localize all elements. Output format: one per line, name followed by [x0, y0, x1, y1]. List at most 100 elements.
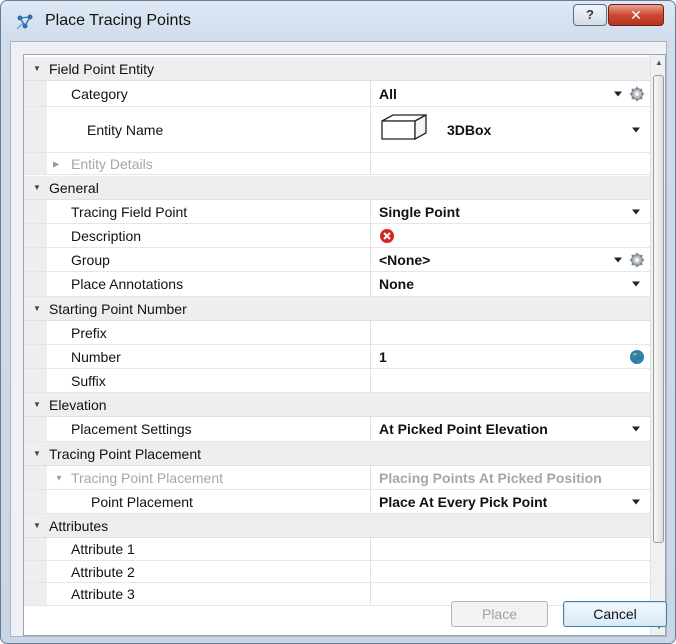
description-input[interactable] [372, 224, 650, 247]
gear-icon[interactable] [629, 86, 645, 102]
cancel-button[interactable]: Cancel [563, 601, 667, 627]
row-tracing-field-point[interactable]: Tracing Field Point Single Point [24, 200, 650, 224]
collapse-icon[interactable]: ▼ [55, 473, 63, 482]
row-description[interactable]: Description [24, 224, 650, 248]
tracing-point-placement-label: Tracing Point Placement [71, 469, 223, 486]
attribute-3-label: Attribute 3 [71, 586, 135, 602]
tracing-field-point-label: Tracing Field Point [71, 203, 188, 220]
number-value: 1 [379, 348, 387, 365]
number-input[interactable]: 1 [372, 345, 650, 368]
prefix-label: Prefix [71, 324, 107, 341]
section-label: Starting Point Number [49, 301, 187, 317]
section-tracing-point-placement[interactable]: ▼ Tracing Point Placement [24, 442, 650, 466]
section-elevation[interactable]: ▼ Elevation [24, 393, 650, 417]
globe-icon[interactable] [629, 349, 645, 365]
row-gutter [24, 248, 47, 271]
row-category[interactable]: Category All [24, 81, 650, 107]
suffix-input[interactable] [372, 369, 650, 392]
place-button[interactable]: Place [451, 601, 548, 627]
row-attribute-3[interactable]: Attribute 3 [24, 583, 650, 606]
entity-name-dropdown[interactable]: 3DBox [372, 107, 650, 152]
group-dropdown[interactable]: <None> [372, 248, 650, 271]
row-entity-name[interactable]: Entity Name 3DBox [24, 107, 650, 153]
row-gutter [24, 417, 47, 441]
category-label: Category [71, 85, 128, 102]
name-cell: Place Annotations [47, 272, 371, 296]
attribute-1-input[interactable] [372, 538, 650, 560]
name-cell: Description [47, 224, 371, 247]
tracing-point-placement-value-cell: Placing Points At Picked Position [372, 466, 650, 489]
scroll-up-arrow-icon[interactable]: ▲ [651, 55, 665, 71]
row-place-annotations[interactable]: Place Annotations None [24, 272, 650, 297]
name-cell: Placement Settings [47, 417, 371, 441]
name-cell: ▶ Entity Details [47, 153, 371, 174]
row-gutter [24, 321, 47, 344]
place-annotations-dropdown[interactable]: None [372, 272, 650, 296]
point-placement-value: Place At Every Pick Point [379, 493, 548, 510]
chevron-down-icon[interactable] [614, 257, 622, 262]
section-attributes[interactable]: ▼ Attributes [24, 514, 650, 538]
dialog-window: Place Tracing Points ? ✕ ▼ Field Point E… [0, 0, 676, 644]
3d-box-icon [381, 113, 427, 141]
row-suffix[interactable]: Suffix [24, 369, 650, 393]
chevron-down-icon[interactable] [632, 426, 640, 432]
section-starting-point-number[interactable]: ▼ Starting Point Number [24, 297, 650, 321]
dialog-client-area: ▼ Field Point Entity Category All Entity… [10, 41, 667, 637]
collapse-icon[interactable]: ▼ [31, 63, 43, 75]
collapse-icon[interactable]: ▼ [31, 520, 43, 532]
chevron-down-icon[interactable] [632, 281, 640, 287]
section-general[interactable]: ▼ General [24, 176, 650, 200]
collapse-icon[interactable]: ▼ [31, 182, 43, 194]
vertical-scrollbar[interactable]: ▲ ▼ [650, 55, 665, 635]
prefix-input[interactable] [372, 321, 650, 344]
row-entity-details[interactable]: ▶ Entity Details [24, 153, 650, 175]
row-tracing-point-placement[interactable]: ▼ Tracing Point Placement Placing Points… [24, 466, 650, 490]
point-placement-dropdown[interactable]: Place At Every Pick Point [372, 490, 650, 513]
chevron-down-icon[interactable] [632, 499, 640, 504]
entity-details-value [372, 153, 650, 174]
gear-icon[interactable] [629, 252, 645, 268]
section-field-point-entity[interactable]: ▼ Field Point Entity [24, 57, 650, 81]
placement-settings-dropdown[interactable]: At Picked Point Elevation [372, 417, 650, 441]
chevron-down-icon[interactable] [632, 209, 640, 214]
collapse-icon[interactable]: ▼ [31, 303, 43, 315]
close-button[interactable]: ✕ [608, 4, 664, 26]
row-gutter [24, 272, 47, 296]
collapse-icon[interactable]: ▼ [31, 399, 43, 411]
name-cell: Tracing Field Point [47, 200, 371, 223]
row-group[interactable]: Group <None> [24, 248, 650, 272]
name-cell: Attribute 2 [47, 561, 371, 582]
row-gutter [24, 369, 47, 392]
dialog-title: Place Tracing Points [45, 12, 191, 29]
chevron-down-icon[interactable] [632, 127, 640, 132]
place-annotations-value: None [379, 276, 414, 292]
category-dropdown[interactable]: All [372, 81, 650, 106]
name-cell: Attribute 3 [47, 583, 371, 605]
collapse-icon[interactable]: ▼ [31, 448, 43, 460]
row-gutter [24, 538, 47, 560]
row-number[interactable]: Number 1 [24, 345, 650, 369]
row-prefix[interactable]: Prefix [24, 321, 650, 345]
section-label: Elevation [49, 397, 107, 413]
tracing-field-point-value: Single Point [379, 203, 460, 220]
row-gutter [24, 224, 47, 247]
expand-icon[interactable]: ▶ [53, 159, 59, 168]
placement-settings-value: At Picked Point Elevation [379, 421, 548, 437]
row-gutter [24, 466, 47, 489]
help-button[interactable]: ? [573, 4, 607, 26]
entity-details-label: Entity Details [71, 155, 153, 172]
row-point-placement[interactable]: Point Placement Place At Every Pick Poin… [24, 490, 650, 514]
name-cell: Number [47, 345, 371, 368]
scroll-thumb[interactable] [653, 75, 664, 543]
row-attribute-1[interactable]: Attribute 1 [24, 538, 650, 561]
tracing-field-point-dropdown[interactable]: Single Point [372, 200, 650, 223]
chevron-down-icon[interactable] [614, 91, 622, 96]
section-label: General [49, 180, 99, 196]
row-placement-settings[interactable]: Placement Settings At Picked Point Eleva… [24, 417, 650, 442]
suffix-label: Suffix [71, 372, 106, 389]
category-value: All [379, 85, 397, 102]
row-gutter [24, 200, 47, 223]
row-attribute-2[interactable]: Attribute 2 [24, 561, 650, 583]
name-cell: Suffix [47, 369, 371, 392]
attribute-2-input[interactable] [372, 561, 650, 582]
